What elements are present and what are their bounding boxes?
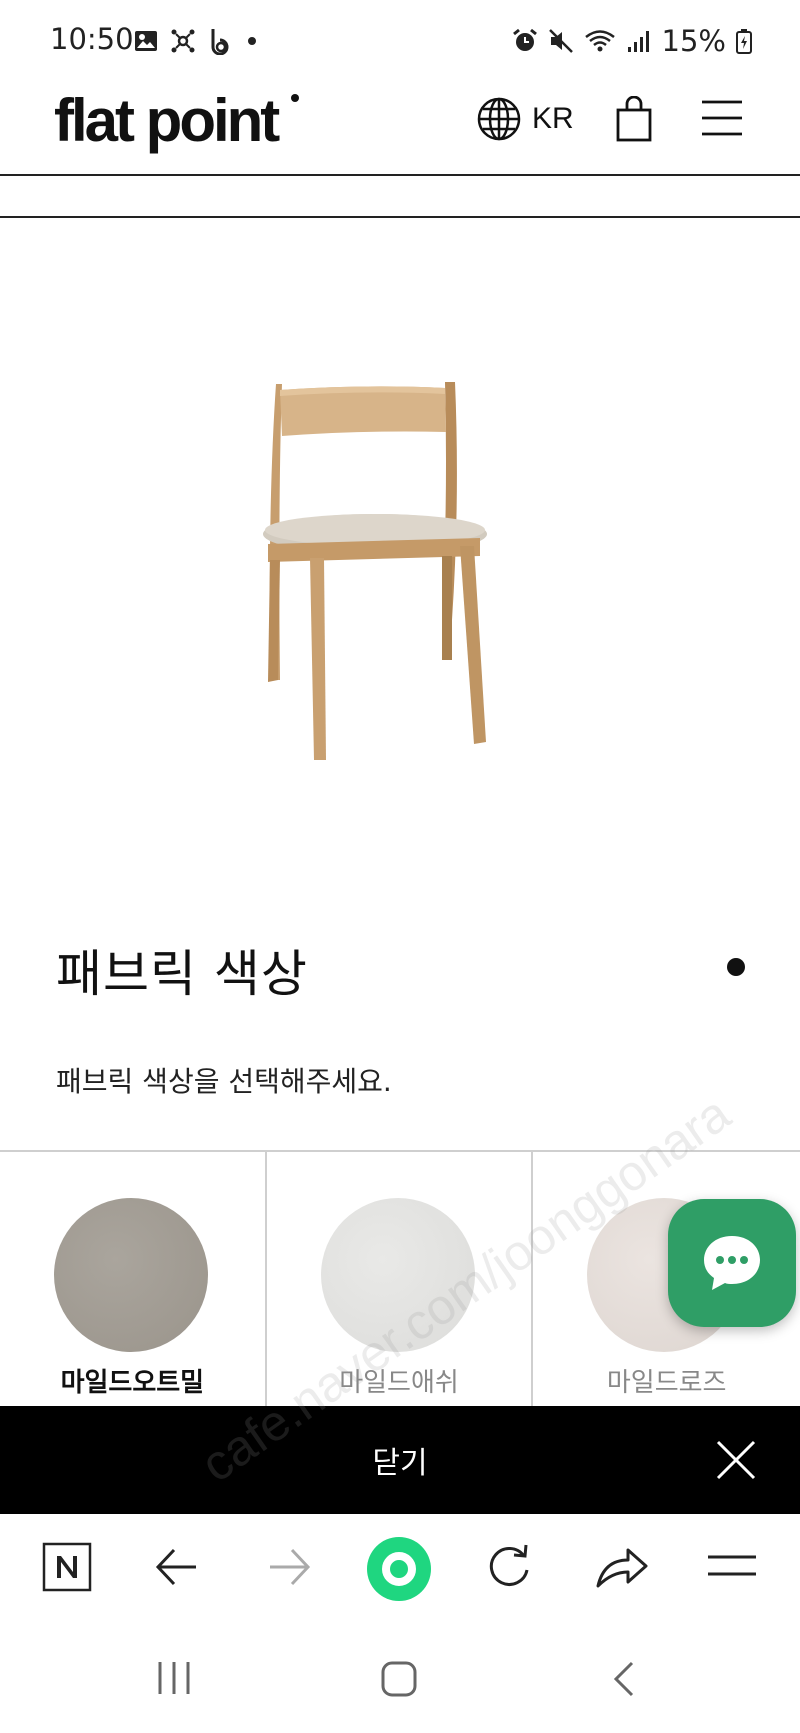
wifi-icon — [584, 30, 615, 52]
band-app-icon — [211, 29, 229, 55]
shopping-bag-icon — [616, 95, 652, 142]
product-chair-image — [263, 382, 487, 760]
swatch-label: 마일드애쉬 — [339, 1368, 459, 1398]
signal-icon — [627, 31, 649, 52]
naver-n-icon[interactable] — [42, 1542, 92, 1592]
swatch-label: 마일드오트밀 — [60, 1368, 205, 1398]
close-label: 닫기 — [372, 1446, 428, 1481]
language-label: KR — [532, 102, 574, 135]
recent-apps-icon[interactable] — [156, 1660, 192, 1696]
network-hub-icon — [171, 29, 195, 53]
browser-menu-icon[interactable] — [706, 1552, 758, 1582]
chat-button[interactable] — [668, 1199, 796, 1327]
swatch-label: 마일드로즈 — [606, 1368, 727, 1398]
share-icon[interactable] — [594, 1542, 650, 1592]
swatch-option-ash[interactable]: 마일드애쉬 — [267, 1152, 534, 1408]
refresh-icon[interactable] — [484, 1542, 534, 1592]
menu-button[interactable] — [700, 98, 744, 142]
close-bar[interactable]: 닫기 — [0, 1406, 800, 1514]
back-arrow-icon[interactable] — [154, 1542, 200, 1592]
system-back-icon[interactable] — [610, 1660, 636, 1698]
hamburger-menu-icon — [702, 100, 742, 136]
system-navigation-bar — [0, 1626, 800, 1733]
alarm-icon — [512, 28, 537, 51]
brand-logo[interactable]: flat point — [54, 86, 280, 155]
status-bar: 10:50 15% — [0, 0, 800, 80]
battery-percentage: 15% — [661, 24, 726, 58]
swatch-circle — [54, 1198, 208, 1352]
swatch-option-oatmeal[interactable]: 마일드오트밀 — [0, 1152, 267, 1408]
globe-icon — [477, 97, 521, 141]
home-icon[interactable] — [380, 1660, 418, 1698]
swatch-circle — [320, 1198, 475, 1352]
option-indicator-dot — [727, 958, 745, 976]
chat-bubble-icon — [704, 1236, 760, 1290]
option-title: 패브릭 색상 — [56, 945, 308, 1003]
browser-home-icon[interactable] — [366, 1536, 432, 1602]
more-notifications-dot-icon — [248, 37, 256, 45]
forward-arrow-icon[interactable] — [266, 1542, 312, 1592]
close-icon[interactable] — [716, 1440, 756, 1480]
mute-icon — [548, 29, 573, 53]
status-system-icons: 15% — [512, 24, 752, 58]
option-description: 패브릭 색상을 선택해주세요. — [56, 1065, 392, 1098]
language-selector[interactable]: KR — [476, 96, 574, 142]
status-time: 10:50 — [50, 22, 134, 56]
site-header: flat point KR — [0, 80, 800, 176]
status-notification-icons — [134, 27, 258, 55]
sub-header-bar — [0, 176, 800, 218]
cart-button[interactable] — [614, 95, 654, 146]
brand-logo-dot — [291, 94, 299, 102]
browser-toolbar — [0, 1514, 800, 1626]
gallery-icon — [135, 31, 157, 51]
battery-charging-icon — [736, 29, 752, 54]
